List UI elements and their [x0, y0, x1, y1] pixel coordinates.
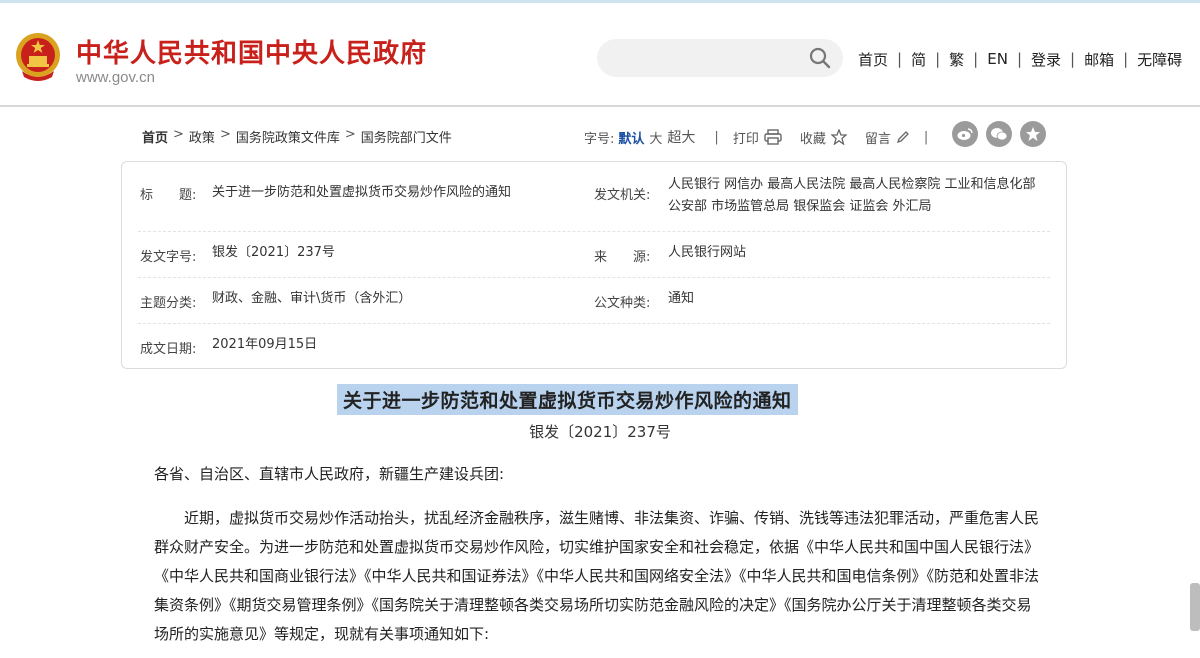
nav-login[interactable]: 登录	[1031, 49, 1061, 70]
printer-icon	[764, 129, 782, 145]
breadcrumb-policy[interactable]: 政策	[189, 127, 215, 146]
document-salutation: 各省、自治区、直辖市人民政府，新疆生产建设兵团:	[154, 465, 505, 483]
breadcrumb-policy-library[interactable]: 国务院政策文件库	[236, 127, 340, 146]
docnum-label: 发文字号:	[140, 250, 197, 265]
site-header: 中华人民共和国中央人民政府 www.gov.cn 首页 | 简 | 繁 | EN…	[0, 3, 1200, 107]
nav-home[interactable]: 首页	[858, 49, 888, 70]
toolbar-separator: |	[923, 129, 929, 145]
document-title: 关于进一步防范和处置虚拟货币交易炒作风险的通知	[337, 384, 798, 415]
breadcrumb-separator: >	[219, 127, 231, 142]
toolbar-separator: |	[714, 129, 719, 145]
issuer-line-1: 人民银行 网信办 最高人民法院 最高人民检察院 工业和信息化部	[668, 177, 1036, 192]
site-url: www.gov.cn	[76, 69, 155, 86]
nav-separator: |	[1070, 50, 1076, 68]
nav-separator: |	[1016, 50, 1022, 68]
document-info-table: 标 题: 关于进一步防范和处置虚拟货币交易炒作风险的通知 发文机关: 人民银行 …	[121, 161, 1067, 369]
breadcrumb: 首页 > 政策 > 国务院政策文件库 > 国务院部门文件	[142, 127, 452, 146]
comment-button[interactable]: 留言	[865, 128, 910, 147]
breadcrumb-home[interactable]: 首页	[142, 127, 168, 146]
source-value: 人民银行网站	[668, 245, 747, 260]
nav-traditional[interactable]: 繁	[949, 49, 964, 70]
favorite-button[interactable]: 收藏	[800, 128, 847, 147]
site-title[interactable]: 中华人民共和国中央人民政府	[76, 33, 427, 70]
wechat-icon[interactable]	[986, 121, 1012, 147]
font-size-label: 字号:	[584, 131, 615, 147]
qzone-icon[interactable]	[1020, 121, 1046, 147]
national-emblem-icon[interactable]	[14, 31, 62, 83]
doctype-value: 通知	[668, 291, 695, 306]
title-label: 标 题:	[140, 188, 197, 203]
top-nav: 首页 | 简 | 繁 | EN | 登录 | 邮箱 | 无障碍	[858, 47, 1182, 71]
breadcrumb-separator: >	[173, 127, 184, 142]
search-icon[interactable]	[809, 47, 831, 69]
nav-separator: |	[897, 50, 903, 68]
nav-simplified[interactable]: 简	[911, 49, 926, 70]
font-size-default[interactable]: 默认	[618, 128, 644, 147]
weibo-icon[interactable]	[952, 121, 978, 147]
print-label: 打印	[732, 131, 759, 147]
nav-mail[interactable]: 邮箱	[1084, 49, 1114, 70]
search-box[interactable]	[597, 39, 843, 77]
nav-separator: |	[1123, 50, 1129, 68]
info-row: 主题分类: 财政、金融、审计\货币（含外汇） 公文种类: 通知	[138, 278, 1050, 324]
star-icon	[830, 129, 847, 145]
document-number: 银发〔2021〕237号	[529, 423, 671, 441]
breadcrumb-department-docs[interactable]: 国务院部门文件	[361, 127, 452, 146]
print-button[interactable]: 打印	[733, 128, 782, 147]
nav-separator: |	[935, 50, 941, 68]
topic-label: 主题分类:	[140, 296, 197, 311]
date-value: 2021年09月15日	[212, 337, 318, 352]
comment-label: 留言	[864, 131, 891, 147]
font-size-extra-large[interactable]: 超大	[667, 127, 695, 147]
source-label: 来 源:	[594, 250, 651, 265]
title-value: 关于进一步防范和处置虚拟货币交易炒作风险的通知	[212, 185, 512, 200]
issuer-line-2: 公安部 市场监管总局 银保监会 证监会 外汇局	[668, 199, 932, 214]
info-row: 标 题: 关于进一步防范和处置虚拟货币交易炒作风险的通知 发文机关: 人民银行 …	[138, 162, 1050, 232]
pencil-icon	[896, 131, 909, 144]
docnum-value: 银发〔2021〕237号	[212, 245, 335, 260]
topic-value: 财政、金融、审计\货币（含外汇）	[212, 291, 412, 306]
share-icons	[952, 121, 1054, 147]
nav-separator: |	[973, 50, 979, 68]
date-label: 成文日期:	[140, 342, 197, 357]
info-row: 成文日期: 2021年09月15日	[138, 324, 1050, 368]
nav-accessibility[interactable]: 无障碍	[1137, 49, 1182, 70]
page-scrollbar[interactable]	[1190, 583, 1200, 631]
favorite-label: 收藏	[799, 131, 826, 147]
issuer-label: 发文机关:	[594, 188, 651, 203]
breadcrumb-separator: >	[344, 127, 356, 142]
article-tools: 字号: 默认 大 超大 | 打印 收藏 留言 |	[584, 127, 942, 147]
font-size-large[interactable]: 大	[649, 128, 662, 147]
doctype-label: 公文种类:	[594, 296, 651, 311]
info-row: 发文字号: 银发〔2021〕237号 来 源: 人民银行网站	[138, 232, 1050, 278]
document-paragraph: 近期，虚拟货币交易炒作活动抬头，扰乱经济金融秩序，滋生赌博、非法集资、诈骗、传销…	[154, 509, 1040, 643]
nav-english[interactable]: EN	[987, 50, 1008, 68]
